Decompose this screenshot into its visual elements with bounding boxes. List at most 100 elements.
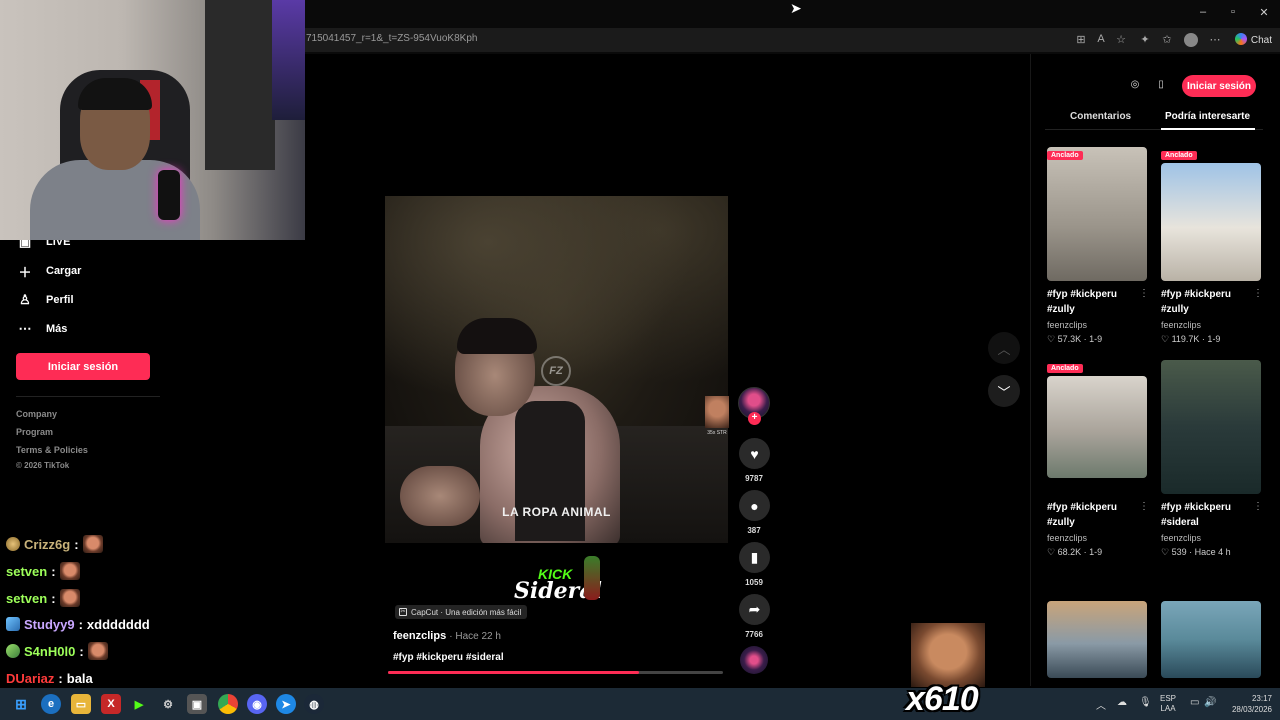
heart-outline-icon: ♡ (1047, 547, 1058, 557)
minimize-icon[interactable]: – (1196, 6, 1210, 18)
comment-button[interactable]: ● (739, 490, 770, 521)
favorite-star-icon[interactable]: ☆ (1114, 33, 1128, 46)
recommendation-stats: ♡ 68.2K · 1-9 (1047, 547, 1102, 558)
tray-chevron-up-icon[interactable]: ︿ (1096, 697, 1106, 712)
settings-gear-icon[interactable]: ⚙ (158, 694, 178, 714)
emote-overlay (911, 623, 985, 687)
kick-app-icon[interactable]: ▶ (129, 694, 149, 714)
file-explorer-icon[interactable]: ▭ (71, 694, 91, 714)
heart-outline-icon: ♡ (1047, 334, 1058, 344)
extensions-icon[interactable]: ✦ (1138, 33, 1152, 46)
sidebar-item-profile[interactable]: ♙ Perfil (18, 290, 73, 310)
capcut-badge[interactable]: ✂ CapCut · Una edición más fácil (395, 605, 528, 619)
chrome-icon[interactable] (218, 694, 238, 714)
recommendation-author[interactable]: feenzclips (1161, 320, 1201, 330)
recommendation-thumbnail[interactable] (1161, 360, 1261, 494)
comment-count: 387 (747, 526, 761, 535)
tab-comments[interactable]: Comentarios (1070, 111, 1131, 122)
more-icon: ⋯ (18, 321, 32, 336)
save-button[interactable]: ▮ (739, 542, 770, 573)
chat-username: setven (6, 563, 48, 579)
capcut-label: CapCut · Una edición más fácil (411, 607, 522, 617)
windows-start-icon[interactable]: ⊞ (11, 694, 31, 714)
sidebar-item-more[interactable]: ⋯ Más (18, 319, 68, 339)
taskbar-clock[interactable]: 23:17 28/03/2026 (1222, 693, 1272, 715)
chat-text: bala (66, 670, 93, 686)
video-author[interactable]: feenzclips (393, 630, 446, 642)
recommendation-thumbnail[interactable] (1161, 601, 1261, 678)
video-player[interactable]: FZ LA ROPA ANIMAL (385, 196, 728, 543)
tab-recommended[interactable]: Podría interesarte (1165, 111, 1250, 122)
recommendation-title[interactable]: #fyp #kickperu #sideral (1161, 500, 1251, 530)
chat-badge-icon (6, 617, 20, 631)
mobile-icon[interactable]: ▯ (1152, 76, 1170, 94)
recommendation-thumbnail[interactable] (1161, 163, 1261, 281)
bookmark-icon: ▮ (750, 549, 759, 565)
recommendation-author[interactable]: feenzclips (1047, 320, 1087, 330)
chat-message: DUariaz: bala (6, 668, 93, 688)
header-login-button[interactable]: Iniciar sesión (1182, 75, 1256, 97)
split-screen-icon[interactable]: ⊞ (1074, 33, 1088, 46)
language-indicator[interactable]: ESP LAA (1160, 694, 1176, 714)
recommendation-thumbnail[interactable] (1047, 147, 1147, 281)
recommendation-thumbnail[interactable] (1047, 601, 1147, 678)
maximize-icon[interactable]: ▫ (1226, 6, 1240, 18)
recommendation-author[interactable]: feenzclips (1047, 533, 1087, 543)
more-menu-icon[interactable]: ⋯ (1208, 33, 1222, 46)
chat-separator: : (51, 590, 56, 606)
save-count: 1059 (745, 578, 763, 587)
app-window-icon[interactable]: ▣ (187, 694, 207, 714)
compass-icon[interactable]: ◎ (1126, 76, 1144, 94)
discord-icon[interactable]: ◉ (247, 694, 267, 714)
recommendation-author[interactable]: feenzclips (1161, 533, 1201, 543)
mouse-cursor-icon: ➤ (790, 0, 802, 16)
favorites-icon[interactable]: ✩ (1160, 33, 1174, 46)
app-x-icon[interactable]: X (101, 694, 121, 714)
app-blue-icon[interactable]: ➤ (276, 694, 296, 714)
right-panel-icons: ◎ ▯ (1126, 75, 1176, 95)
tray-cloud-icon[interactable]: ☁ (1117, 697, 1127, 708)
tray-network-icon[interactable]: ▭ (1190, 697, 1199, 708)
more-options-icon[interactable]: ⋮ (1139, 501, 1149, 512)
chat-badge-icon (6, 644, 20, 658)
copilot-chat-button[interactable]: Chat (1234, 33, 1272, 46)
edge-browser-icon[interactable]: e (41, 694, 61, 714)
share-icon: ➦ (748, 601, 761, 617)
video-progress-bar[interactable] (388, 671, 723, 674)
video-author-line[interactable]: feenzclips · Hace 22 h (393, 630, 501, 642)
music-disc-icon[interactable] (740, 646, 768, 674)
link-company[interactable]: Company (16, 409, 57, 419)
like-button[interactable]: ♥ (739, 438, 770, 469)
pinned-badge: Anclado (1047, 364, 1083, 373)
video-watermark-logo: FZ (541, 356, 571, 386)
more-options-icon[interactable]: ⋮ (1253, 288, 1263, 299)
sidebar-divider (16, 396, 160, 397)
recommendation-thumbnail[interactable] (1047, 376, 1147, 478)
tray-volume-icon[interactable]: 🔊 (1204, 697, 1216, 708)
sidebar-login-button[interactable]: Iniciar sesión (16, 353, 150, 380)
follow-plus-icon[interactable]: + (748, 412, 761, 425)
chat-separator: : (58, 670, 63, 686)
close-icon[interactable]: ✕ (1257, 6, 1271, 19)
address-bar[interactable]: 715041457_r=1&_t=ZS-954VuoK8Kph ⊞ A ☆ ✦ … (300, 28, 1280, 52)
more-options-icon[interactable]: ⋮ (1253, 501, 1263, 512)
steam-icon[interactable]: ◍ (304, 694, 324, 714)
chat-username: Studyy9 (24, 616, 75, 632)
recommendation-title[interactable]: #fyp #kickperu #zully (1161, 287, 1251, 317)
link-program[interactable]: Program (16, 427, 53, 437)
url-text[interactable]: 715041457_r=1&_t=ZS-954VuoK8Kph (306, 33, 477, 44)
next-video-button[interactable]: ﹀ (988, 375, 1020, 407)
recommendation-title[interactable]: #fyp #kickperu #zully (1047, 287, 1137, 317)
previous-video-button[interactable]: ︿ (988, 332, 1020, 364)
recommendation-stats-value: 57.3K · 1-9 (1057, 334, 1103, 344)
recommendation-title[interactable]: #fyp #kickperu #zully (1047, 500, 1137, 530)
profile-avatar[interactable] (1184, 33, 1198, 47)
more-options-icon[interactable]: ⋮ (1139, 288, 1149, 299)
share-button[interactable]: ➦ (739, 594, 770, 625)
link-terms[interactable]: Terms & Policies (16, 445, 88, 455)
clock-date: 28/03/2026 (1231, 705, 1272, 714)
translate-icon[interactable]: A (1094, 33, 1108, 45)
video-description[interactable]: #fyp #kickperu #sideral (393, 652, 504, 663)
sidebar-item-upload[interactable]: ＋ Cargar (18, 261, 81, 281)
tray-mic-icon[interactable]: 🎙 (1139, 697, 1152, 708)
